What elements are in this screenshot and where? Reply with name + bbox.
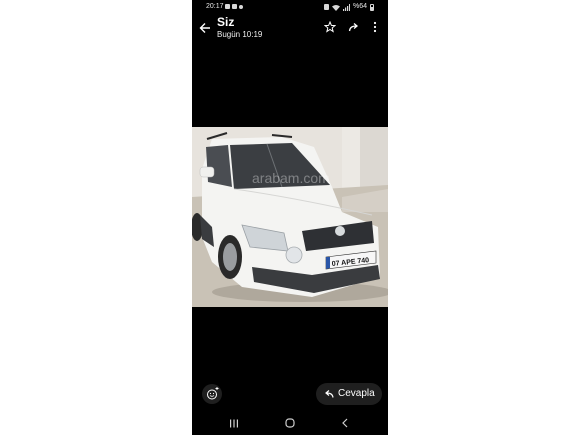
gallery-icon <box>225 4 230 9</box>
alarm-icon <box>323 4 329 10</box>
reply-button[interactable]: Cevapla <box>316 383 382 405</box>
star-icon[interactable] <box>324 21 336 33</box>
forward-icon[interactable] <box>348 21 360 33</box>
phone-screen: 20:17 %64 Siz Bugün 10:19 07 APE 740 ara… <box>192 0 388 435</box>
cloud-icon <box>239 5 243 9</box>
notification-icons <box>225 4 243 9</box>
image-icon <box>232 4 237 9</box>
recents-icon[interactable] <box>229 419 239 428</box>
battery-percent: %64 <box>352 3 367 10</box>
nav-back-icon[interactable] <box>341 418 349 428</box>
car-photo-image: 07 APE 740 arabam.com <box>192 127 388 307</box>
status-right: %64 <box>323 0 374 14</box>
emoji-add-icon <box>207 387 219 400</box>
battery-icon <box>370 3 374 11</box>
navigation-bar <box>192 412 388 435</box>
status-time: 20:17 <box>206 3 224 10</box>
reply-label: Cevapla <box>338 388 375 399</box>
watermark-text: arabam.com <box>252 170 330 186</box>
status-bar: 20:17 %64 <box>192 0 388 14</box>
wifi-icon <box>331 4 340 11</box>
page-title: Siz <box>217 15 235 29</box>
home-icon[interactable] <box>285 418 295 428</box>
add-reaction-button[interactable] <box>202 384 222 404</box>
message-timestamp: Bugün 10:19 <box>217 30 263 39</box>
back-arrow-icon[interactable] <box>199 21 211 35</box>
car-photo[interactable]: 07 APE 740 arabam.com <box>192 127 388 307</box>
app-bar: Siz Bugün 10:19 <box>192 14 388 42</box>
reply-icon <box>325 390 334 398</box>
signal-icon <box>342 3 350 11</box>
more-vert-icon[interactable] <box>371 21 379 33</box>
